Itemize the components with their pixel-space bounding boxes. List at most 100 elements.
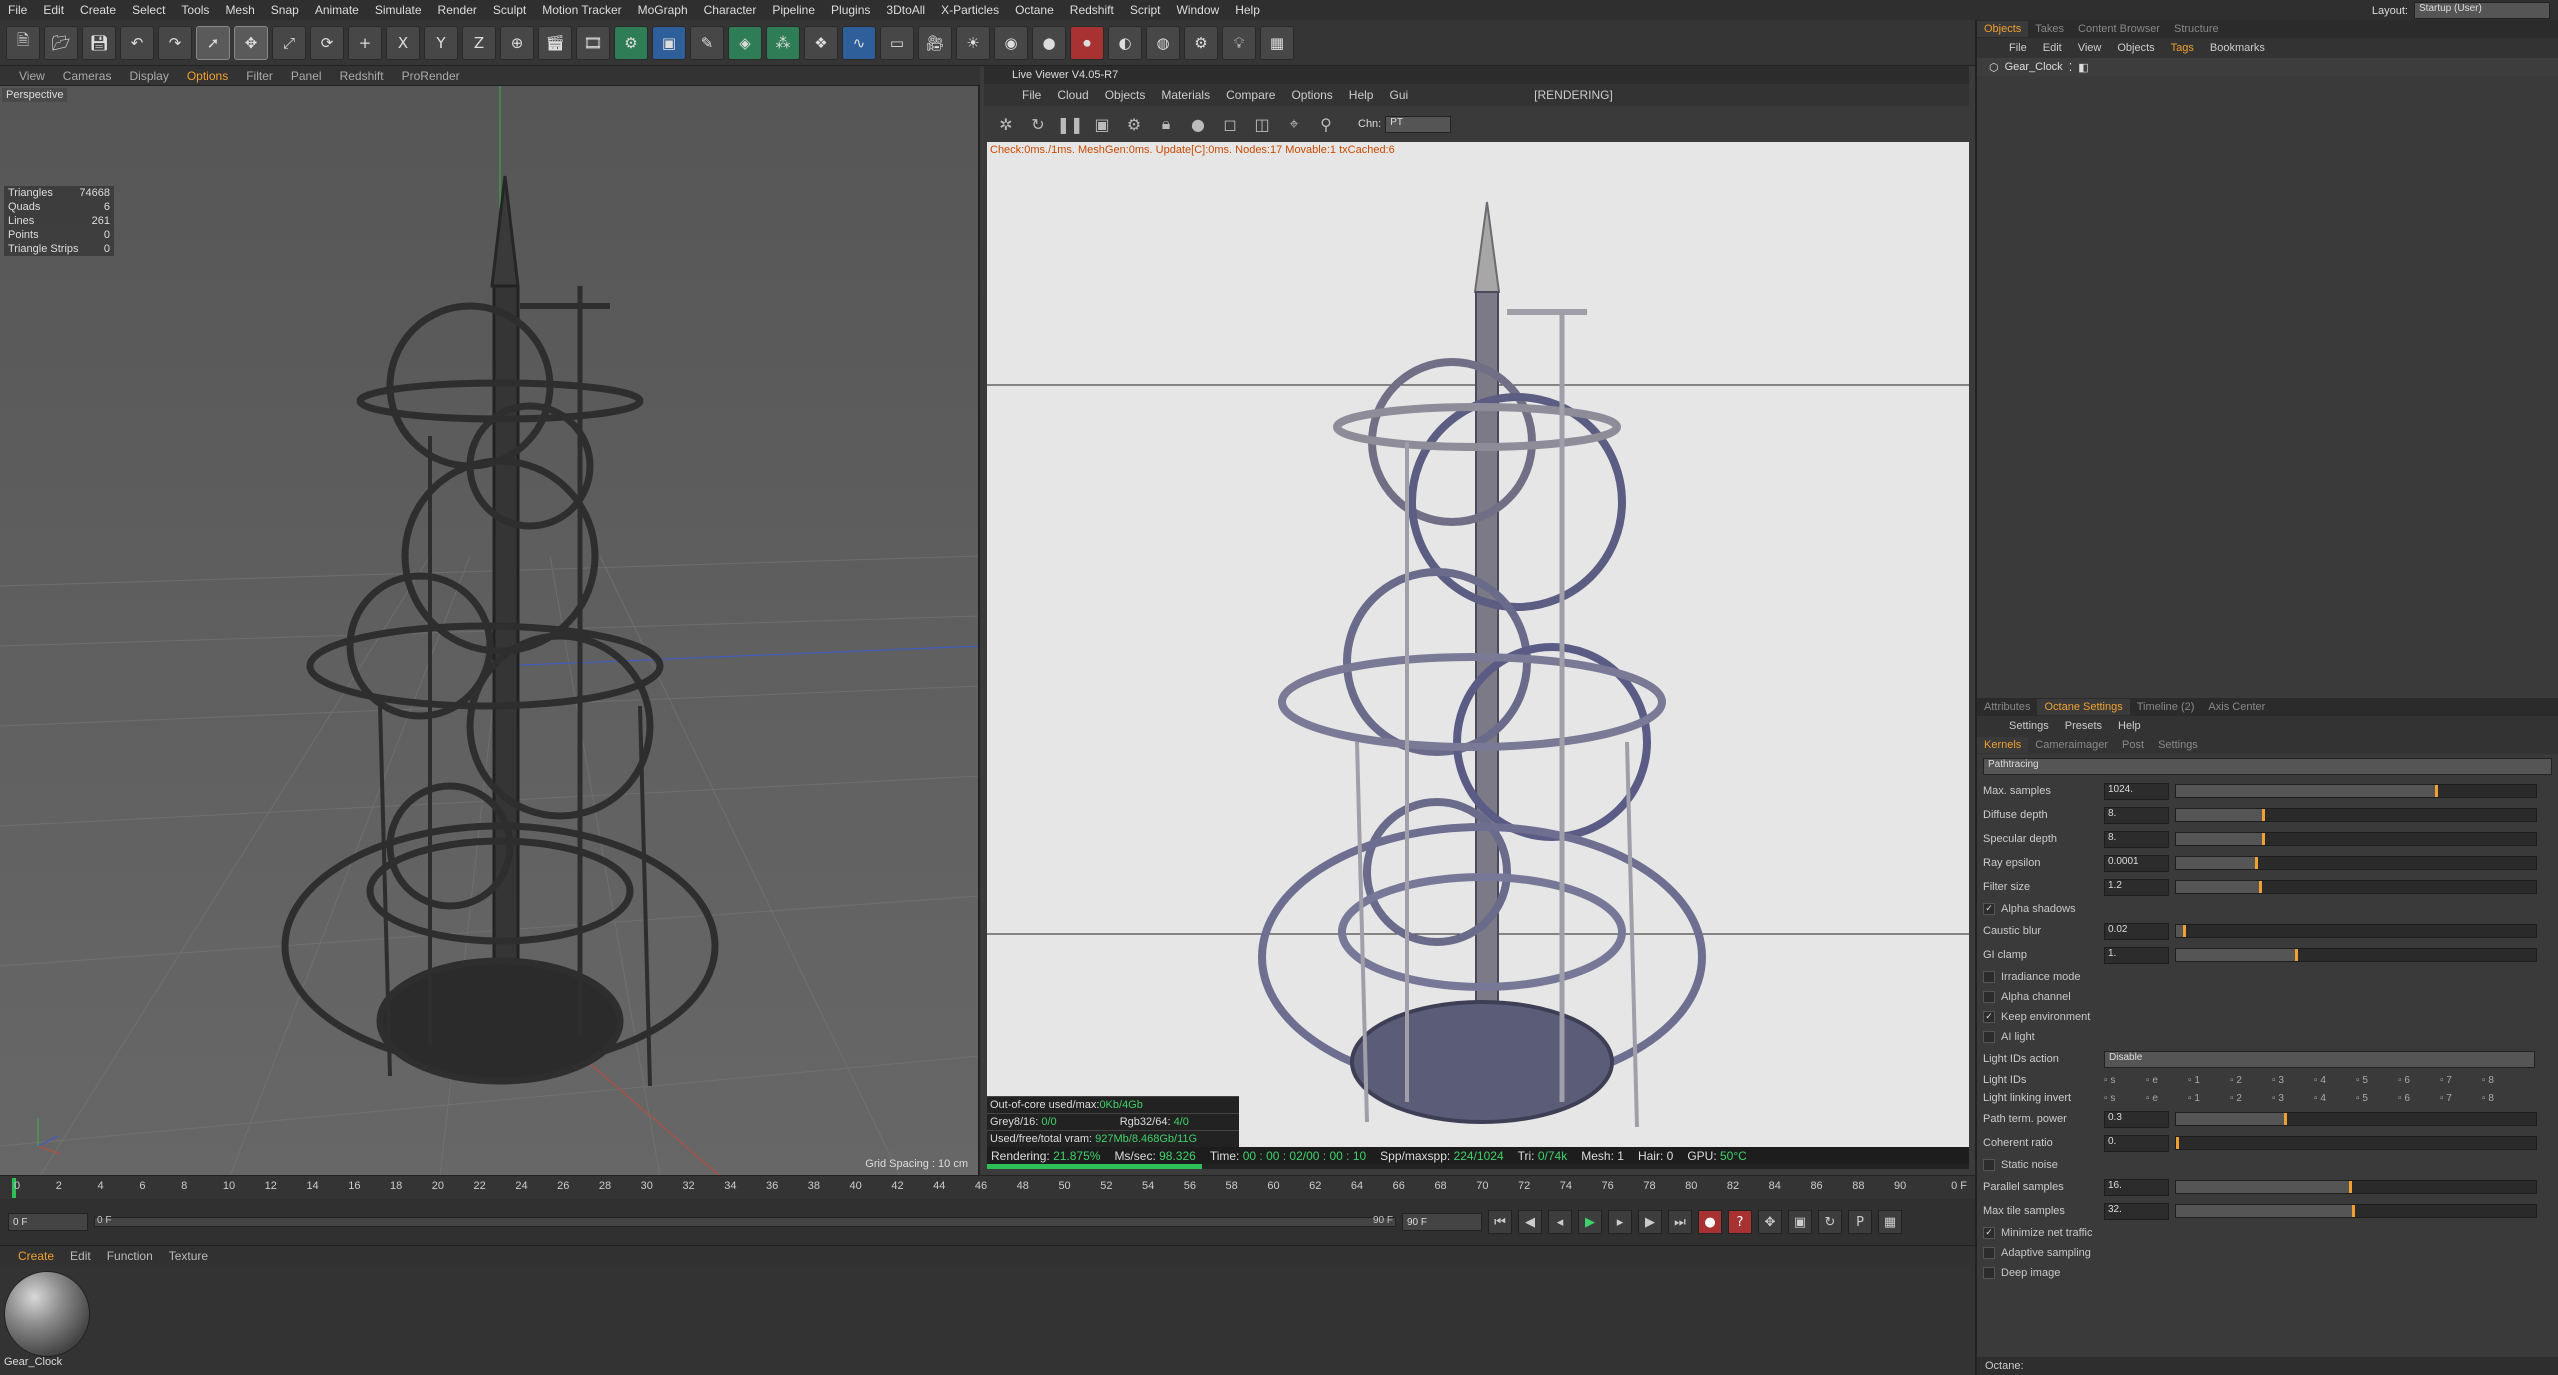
light-ids-checkbox[interactable]: ▫ 4: [2314, 1075, 2348, 1086]
tab-takes[interactable]: Takes: [2028, 21, 2071, 37]
render-region-icon[interactable]: 🎬︎: [538, 25, 572, 60]
parallel-samples-field[interactable]: 16.: [2104, 1178, 2169, 1196]
light-linking-invert-checkbox[interactable]: ▫ 1: [2188, 1093, 2222, 1104]
lv-menu-gui[interactable]: Gui: [1381, 88, 1416, 102]
menu-redshift[interactable]: Redshift: [1062, 3, 1122, 17]
tab-axis-center[interactable]: Axis Center: [2201, 699, 2272, 715]
max-samples-slider[interactable]: [2175, 784, 2537, 798]
light-linking-invert-checkbox[interactable]: ▫ 5: [2356, 1093, 2390, 1104]
viewport-menu-panel[interactable]: Panel: [282, 69, 331, 83]
tag-icon[interactable]: ◧: [2078, 61, 2088, 74]
key-scale-icon[interactable]: ▣: [1788, 1210, 1812, 1234]
tab-content-browser[interactable]: Content Browser: [2071, 21, 2167, 37]
octane-live-icon[interactable]: ◐: [1108, 25, 1142, 60]
record-icon[interactable]: ⏺: [1070, 25, 1104, 60]
send-scene-icon[interactable]: ✲: [992, 110, 1020, 138]
menu-help[interactable]: Help: [1227, 3, 1268, 17]
cloner-icon[interactable]: ❖: [804, 25, 838, 60]
light-ids-checkbox[interactable]: ▫ 3: [2272, 1075, 2306, 1086]
crop-icon[interactable]: ◻: [1216, 110, 1244, 138]
light-linking-invert-checkbox[interactable]: ▫ 2: [2230, 1093, 2264, 1104]
static-noise-checkbox[interactable]: [1983, 1159, 1995, 1171]
play-icon[interactable]: ▶: [1578, 1210, 1602, 1234]
alpha-shadows-checkbox[interactable]: ✓: [1983, 903, 1995, 915]
coherent-ratio-slider[interactable]: [2175, 1136, 2537, 1150]
frame-range-slider[interactable]: 0 F 90 F: [94, 1215, 1396, 1227]
ai-light-checkbox[interactable]: [1983, 1031, 1995, 1043]
menu-render[interactable]: Render: [430, 3, 485, 17]
objects-menu-objects[interactable]: Objects: [2109, 42, 2162, 54]
settings-icon[interactable]: ⚙: [1120, 110, 1148, 138]
perspective-viewport[interactable]: Perspective Triangles 74668 Quads 6 Lines 261…: [0, 86, 980, 1176]
subdivide-icon[interactable]: ◈: [728, 25, 762, 60]
lv-menu-options[interactable]: Options: [1283, 88, 1340, 102]
menu-script[interactable]: Script: [1122, 3, 1169, 17]
keep-environment-checkbox[interactable]: ✓: [1983, 1011, 1995, 1023]
lv-menu-compare[interactable]: Compare: [1218, 88, 1283, 102]
menu-plugins[interactable]: Plugins: [823, 3, 878, 17]
tab-timeline-2[interactable]: Timeline (2): [2130, 699, 2202, 715]
caustic-blur-slider[interactable]: [2175, 924, 2537, 938]
array-icon[interactable]: ⁂: [766, 25, 800, 60]
objects-menu-view[interactable]: View: [2070, 42, 2110, 54]
caustic-blur-field[interactable]: 0.02: [2104, 922, 2169, 940]
viewport-menu-view[interactable]: View: [10, 69, 54, 83]
specular-depth-field[interactable]: 8.: [2104, 830, 2169, 848]
light-linking-invert-checkbox[interactable]: ▫ 4: [2314, 1093, 2348, 1104]
menu-motion-tracker[interactable]: Motion Tracker: [534, 3, 629, 17]
object-row[interactable]: ⬡ Gear_Clock ⁚ ◧: [1977, 58, 2558, 76]
subtab-post[interactable]: Post: [2115, 737, 2151, 753]
viewport-menu-redshift[interactable]: Redshift: [331, 69, 393, 83]
light-ids-checkbox[interactable]: ▫ e: [2146, 1075, 2180, 1086]
end-frame-field[interactable]: 90 F: [1402, 1213, 1482, 1231]
save-icon[interactable]: 💾︎: [82, 25, 116, 60]
octane-menu-help[interactable]: Help: [2110, 720, 2149, 732]
timeline-ruler[interactable]: 0 F 0 2 4 6 8 10 12 14 16 18 20 22 24 26 28 30 32 34 36 38 4…: [0, 1175, 1975, 1199]
light-ids-checkbox[interactable]: ▫ 7: [2440, 1075, 2474, 1086]
region-icon[interactable]: ▣: [1088, 110, 1116, 138]
menu-octane[interactable]: Octane: [1007, 3, 1062, 17]
light-ids-checkbox[interactable]: ▫ s: [2104, 1075, 2138, 1086]
objects-menu-file[interactable]: File: [2001, 42, 2035, 54]
key-move-icon[interactable]: ✥: [1758, 1210, 1782, 1234]
light-ids-checkbox[interactable]: ▫ 6: [2398, 1075, 2432, 1086]
menu-x-particles[interactable]: X-Particles: [933, 3, 1007, 17]
light-icon[interactable]: ☀: [956, 25, 990, 60]
gi-clamp-slider[interactable]: [2175, 948, 2537, 962]
menu-tools[interactable]: Tools: [173, 3, 217, 17]
rotate-icon[interactable]: ⟳: [310, 25, 344, 60]
camera-icon[interactable]: 🎥︎: [918, 25, 952, 60]
light-ids-checkbox[interactable]: ▫ 8: [2482, 1075, 2516, 1086]
menu-mograph[interactable]: MoGraph: [630, 3, 696, 17]
light-linking-invert-checkbox[interactable]: ▫ s: [2104, 1093, 2138, 1104]
lv-menu-cloud[interactable]: Cloud: [1049, 88, 1096, 102]
light-linking-invert-checkbox[interactable]: ▫ 3: [2272, 1093, 2306, 1104]
film-region-icon[interactable]: ◫: [1248, 110, 1276, 138]
channel-dropdown[interactable]: PT: [1385, 115, 1452, 133]
key-param-icon[interactable]: P: [1848, 1210, 1872, 1234]
coords-icon[interactable]: ⊕: [500, 25, 534, 60]
max-samples-field[interactable]: 1024.: [2104, 782, 2169, 800]
parallel-samples-slider[interactable]: [2175, 1180, 2537, 1194]
layout-dropdown[interactable]: Startup (User): [2414, 2, 2550, 19]
goto-start-icon[interactable]: ⏮: [1488, 1210, 1512, 1234]
light-linking-invert-checkbox[interactable]: ▫ e: [2146, 1093, 2180, 1104]
objects-menu-tags[interactable]: Tags: [2163, 42, 2202, 54]
menu-sculpt[interactable]: Sculpt: [485, 3, 534, 17]
coherent-ratio-field[interactable]: 0.: [2104, 1134, 2169, 1152]
objects-menu-edit[interactable]: Edit: [2035, 42, 2070, 54]
viewport-menu-options[interactable]: Options: [178, 69, 237, 83]
light-linking-invert-checkbox[interactable]: ▫ 8: [2482, 1093, 2516, 1104]
menu-animate[interactable]: Animate: [307, 3, 367, 17]
light-ids-checkbox[interactable]: ▫ 5: [2356, 1075, 2390, 1086]
max-tile-samples-slider[interactable]: [2175, 1204, 2537, 1218]
prev-frame-icon[interactable]: ◂: [1548, 1210, 1572, 1234]
sphere-icon[interactable]: ●: [1032, 25, 1066, 60]
restart-icon[interactable]: ↻: [1024, 110, 1052, 138]
gi-clamp-field[interactable]: 1.: [2104, 946, 2169, 964]
next-key-icon[interactable]: ▶: [1638, 1210, 1662, 1234]
minimize-net-traffic-checkbox[interactable]: ✓: [1983, 1227, 1995, 1239]
select-icon[interactable]: ➚: [196, 25, 230, 60]
pause-icon[interactable]: ❚❚: [1056, 110, 1084, 138]
light-ids-action-dropdown[interactable]: Disable: [2104, 1050, 2535, 1068]
